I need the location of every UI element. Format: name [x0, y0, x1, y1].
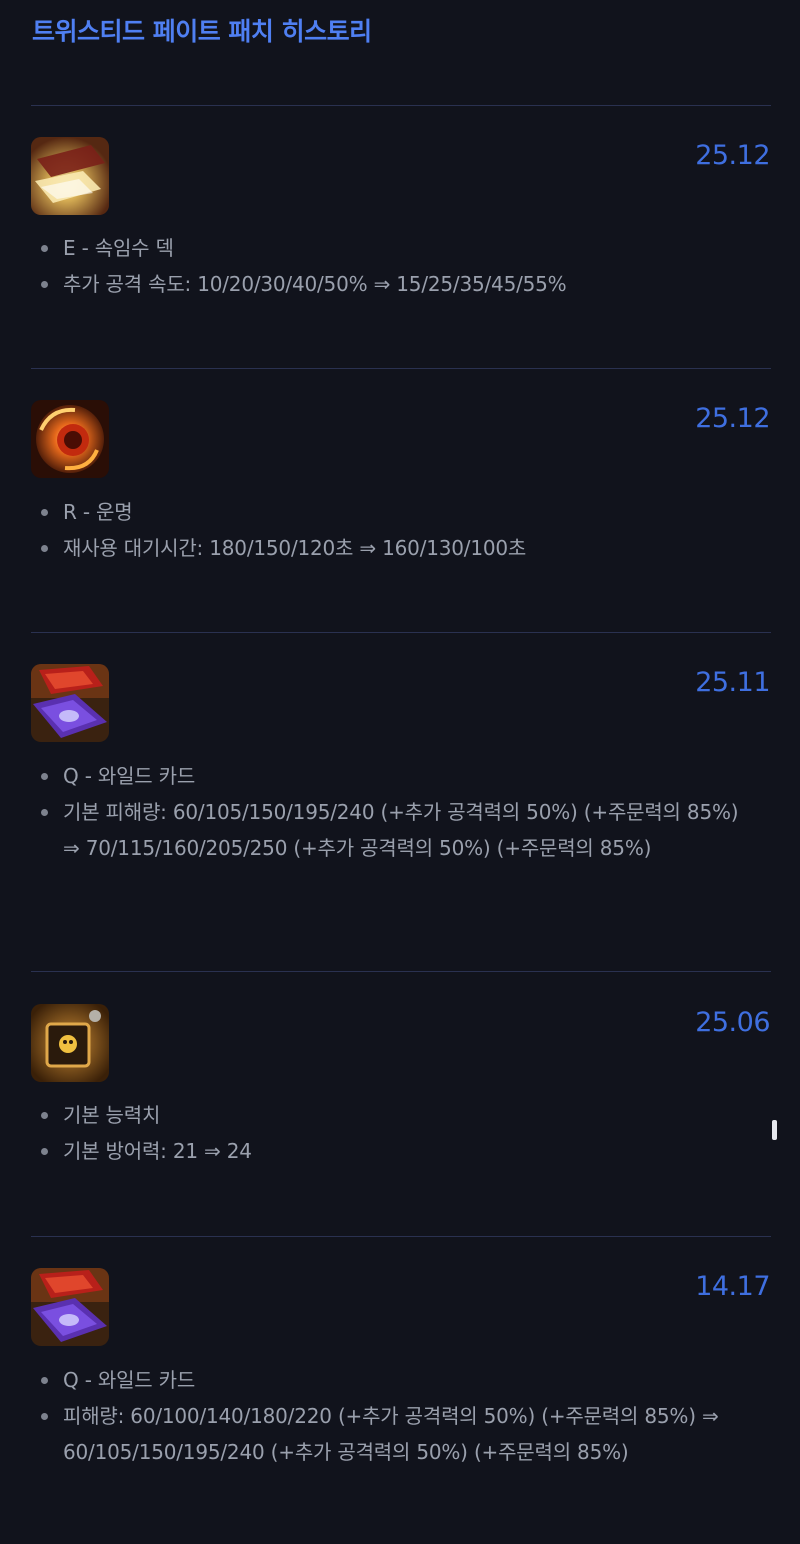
patch-version: 14.17	[695, 1271, 770, 1302]
entry-divider	[31, 632, 771, 633]
entry-divider	[31, 368, 771, 369]
loaded-dice-icon	[31, 1004, 109, 1082]
stacked-deck-icon	[31, 137, 109, 215]
change-item: Q - 와일드 카드	[38, 758, 748, 794]
change-item: E - 속임수 덱	[38, 230, 748, 266]
change-list: R - 운명 재사용 대기시간: 180/150/120초 ⇒ 160/130/…	[38, 494, 748, 566]
change-item: 기본 능력치	[38, 1097, 748, 1133]
change-list: Q - 와일드 카드 피해량: 60/100/140/180/220 (+추가 …	[38, 1362, 748, 1470]
page-title: 트위스티드 페이트 패치 히스토리	[32, 17, 372, 46]
change-list: Q - 와일드 카드 기본 피해량: 60/105/150/195/240 (+…	[38, 758, 748, 866]
scrollbar-thumb[interactable]	[772, 1120, 777, 1140]
change-item: 추가 공격 속도: 10/20/30/40/50% ⇒ 15/25/35/45/…	[38, 266, 748, 302]
change-item: 기본 방어력: 21 ⇒ 24	[38, 1133, 748, 1169]
patch-version: 25.12	[695, 403, 770, 434]
change-item: 기본 피해량: 60/105/150/195/240 (+추가 공격력의 50%…	[38, 794, 748, 866]
wild-cards-icon	[31, 664, 109, 742]
patch-version: 25.11	[695, 667, 770, 698]
change-item: 재사용 대기시간: 180/150/120초 ⇒ 160/130/100초	[38, 530, 748, 566]
change-list: 기본 능력치 기본 방어력: 21 ⇒ 24	[38, 1097, 748, 1169]
patch-version: 25.06	[695, 1007, 770, 1038]
change-list: E - 속임수 덱 추가 공격 속도: 10/20/30/40/50% ⇒ 15…	[38, 230, 748, 302]
change-item: Q - 와일드 카드	[38, 1362, 748, 1398]
entry-divider	[31, 1236, 771, 1237]
entry-divider	[31, 971, 771, 972]
change-item: 피해량: 60/100/140/180/220 (+추가 공격력의 50%) (…	[38, 1398, 748, 1470]
entry-divider	[31, 105, 771, 106]
wild-cards-icon	[31, 1268, 109, 1346]
change-item: R - 운명	[38, 494, 748, 530]
destiny-icon	[31, 400, 109, 478]
patch-version: 25.12	[695, 140, 770, 171]
